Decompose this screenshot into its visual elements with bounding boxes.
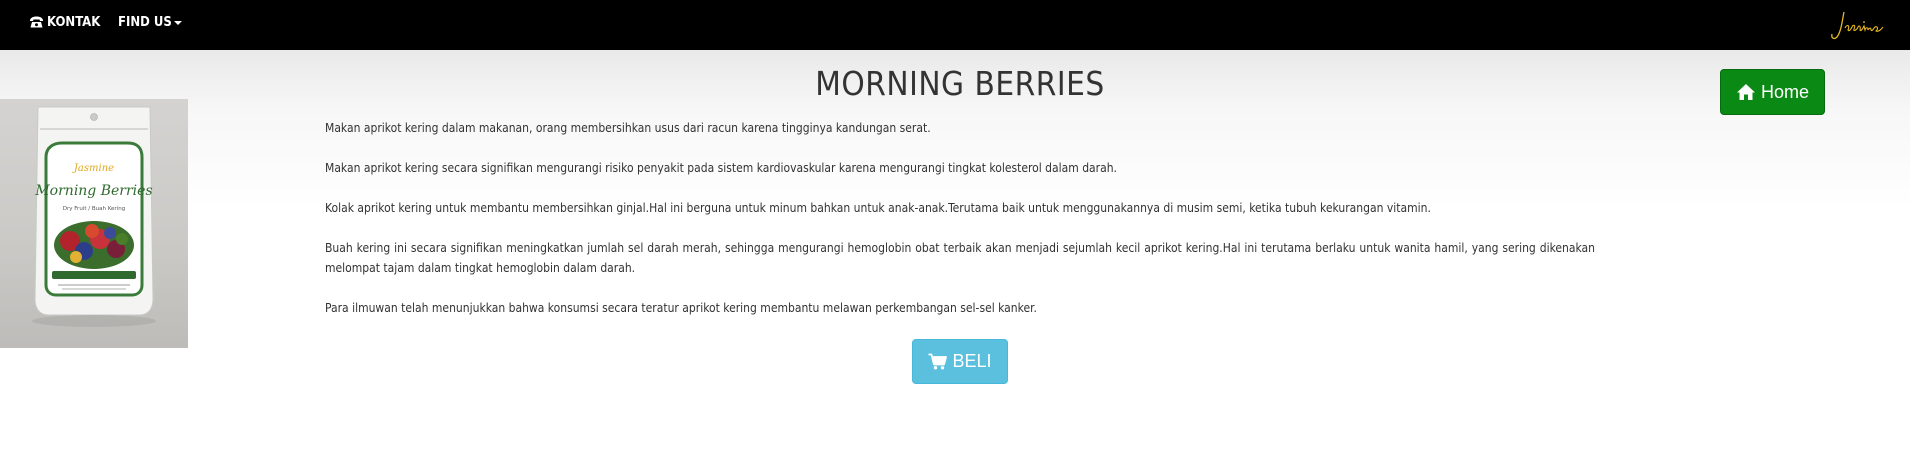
nav-kontak-label: KONTAK <box>47 15 101 30</box>
description-paragraph: Buah kering ini secara signifikan mening… <box>325 241 1595 275</box>
top-navbar: KONTAK FIND US <box>0 0 1910 50</box>
pouch-brand-text: Jasmine <box>72 163 114 174</box>
beli-button[interactable]: BELI <box>912 339 1008 384</box>
nav-kontak-link[interactable]: KONTAK <box>29 0 100 50</box>
product-description: Makan aprikot kering dalam makanan, oran… <box>325 118 1595 338</box>
pouch-name-text: Morning Berries <box>34 183 152 199</box>
home-icon <box>1736 84 1755 100</box>
cart-icon <box>928 353 948 370</box>
caret-down-icon <box>173 20 182 25</box>
nav-findus-dropdown[interactable]: FIND US <box>118 0 182 50</box>
product-image: Jasmine Morning Berries Dry Fruit / Buah… <box>0 99 188 348</box>
phone-icon <box>30 16 43 28</box>
home-button[interactable]: Home <box>1720 69 1825 115</box>
description-paragraph: Makan aprikot kering secara signifikan m… <box>325 161 1117 175</box>
description-paragraph: Kolak aprikot kering untuk membantu memb… <box>325 201 1431 215</box>
nav-findus-label: FIND US <box>118 15 172 30</box>
home-button-label: Home <box>1760 81 1809 102</box>
description-paragraph: Para ilmuwan telah menunjukkan bahwa kon… <box>325 301 1037 315</box>
pouch-sub-text: Dry Fruit / Buah Kering <box>63 206 125 212</box>
page-title: MORNING BERRIES <box>815 64 1105 103</box>
brand-logo[interactable] <box>1830 6 1890 44</box>
description-paragraph: Makan aprikot kering dalam makanan, oran… <box>325 121 931 135</box>
beli-button-label: BELI <box>952 351 992 371</box>
product-pouch-illustration: Jasmine Morning Berries Dry Fruit / Buah… <box>32 106 156 327</box>
